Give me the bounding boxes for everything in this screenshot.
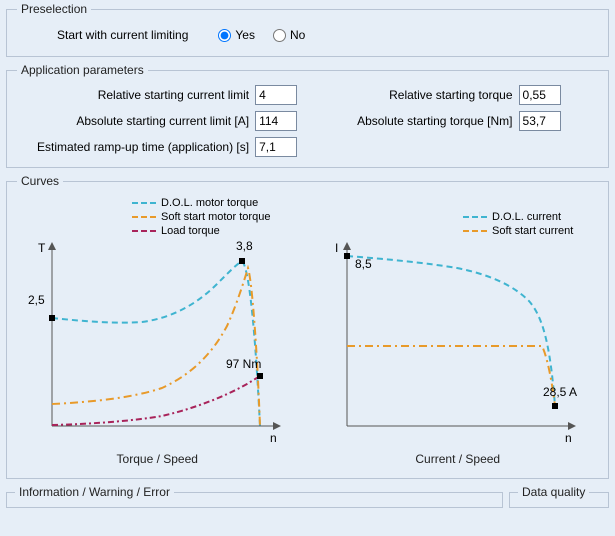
abs-current-limit-input[interactable]: [255, 111, 297, 131]
current-start-marker: 8,5: [355, 257, 372, 271]
curves-group: Curves D.O.L. motor torque Soft start mo…: [6, 174, 609, 479]
abs-torque-input[interactable]: [519, 111, 561, 131]
current-limiting-radio-group: Yes No: [218, 28, 305, 42]
torque-caption: Torque / Speed: [117, 452, 198, 466]
load-torque-curve: [52, 376, 260, 425]
ramp-time-input[interactable]: [255, 137, 297, 157]
current-end-marker: 28,5 A: [543, 385, 577, 399]
data-quality-group: Data quality: [509, 485, 609, 508]
soft-current-curve: [347, 346, 555, 406]
torque-chart-svg: D.O.L. motor torque Soft start motor tor…: [22, 196, 292, 446]
rel-torque-label: Relative starting torque: [389, 88, 512, 102]
current-speed-chart: D.O.L. current Soft start current I n: [323, 196, 593, 466]
radio-yes-input[interactable]: [218, 29, 231, 42]
radio-no-input[interactable]: [273, 29, 286, 42]
application-parameters-group: Application parameters Relative starting…: [6, 63, 609, 168]
radio-yes-label: Yes: [235, 28, 255, 42]
radio-yes[interactable]: Yes: [218, 28, 255, 42]
info-legend: Information / Warning / Error: [15, 485, 174, 499]
info-warning-error-group: Information / Warning / Error: [6, 485, 503, 508]
rel-torque-input[interactable]: [519, 85, 561, 105]
legend-load-torque: Load torque: [161, 224, 220, 238]
current-caption: Current / Speed: [415, 452, 500, 466]
ramp-time-label: Estimated ramp-up time (application) [s]: [37, 140, 249, 154]
abs-current-limit-label: Absolute starting current limit [A]: [76, 114, 249, 128]
curves-legend: Curves: [17, 174, 63, 188]
legend-dol-torque: D.O.L. motor torque: [161, 196, 258, 210]
axis-n-label-1: n: [270, 431, 277, 445]
legend-soft-current: Soft start current: [492, 224, 573, 238]
legend-soft-torque: Soft start motor torque: [161, 210, 270, 224]
abs-torque-label: Absolute starting torque [Nm]: [357, 114, 512, 128]
torque-end-marker: 97 Nm: [226, 357, 261, 371]
rel-current-limit-label: Relative starting current limit: [98, 88, 249, 102]
preselection-legend: Preselection: [17, 2, 91, 16]
axis-n-label-2: n: [565, 431, 572, 445]
torque-start-marker: 2,5: [28, 293, 45, 307]
axis-i-label: I: [335, 241, 338, 255]
axis-t-label: T: [38, 241, 46, 255]
dol-current-curve: [347, 256, 555, 406]
soft-torque-curve: [52, 268, 260, 426]
current-limiting-label: Start with current limiting: [57, 28, 188, 42]
radio-no[interactable]: No: [273, 28, 305, 42]
radio-no-label: No: [290, 28, 305, 42]
rel-current-limit-input[interactable]: [255, 85, 297, 105]
preselection-group: Preselection Start with current limiting…: [6, 2, 609, 57]
quality-legend: Data quality: [518, 485, 589, 499]
current-chart-svg: D.O.L. current Soft start current I n: [323, 196, 593, 446]
torque-speed-chart: D.O.L. motor torque Soft start motor tor…: [22, 196, 292, 466]
torque-peak-marker: 3,8: [236, 239, 253, 253]
application-parameters-legend: Application parameters: [17, 63, 148, 77]
legend-dol-current: D.O.L. current: [492, 210, 561, 224]
